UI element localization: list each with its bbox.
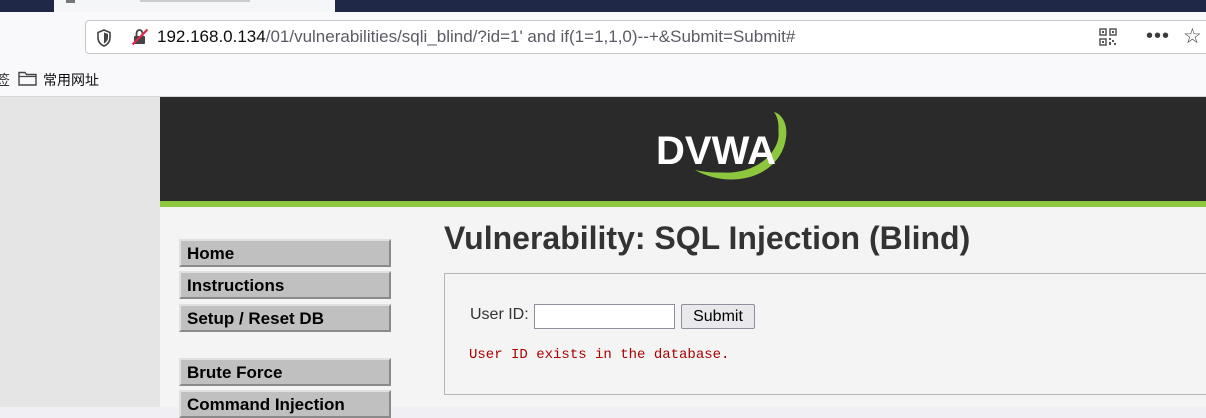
tab-favicon-icon	[66, 0, 75, 3]
star-icon[interactable]: ☆	[1183, 24, 1202, 49]
dvwa-logo: DVWA	[656, 112, 787, 180]
menu-item-command-injection[interactable]: Command Injection	[179, 390, 391, 418]
tab-strip	[0, 0, 1206, 12]
bookmark-item-partial[interactable]: 签	[0, 70, 10, 90]
url-path: /01/vulnerabilities/sqli_blind/?id=1' an…	[265, 27, 796, 46]
user-id-input[interactable]	[534, 304, 675, 329]
vulnerable-code-area	[444, 273, 1206, 395]
tab-title	[140, 0, 250, 2]
menu-item-setup-reset-db[interactable]: Setup / Reset DB	[179, 304, 391, 332]
user-id-label: User ID:	[470, 306, 529, 323]
submit-button[interactable]: Submit	[681, 304, 755, 329]
dvwa-logo-text: DVWA	[656, 129, 776, 173]
page-title: Vulnerability: SQL Injection (Blind)	[444, 220, 971, 256]
bookmarks-toolbar	[0, 62, 1206, 97]
insecure-lock-icon[interactable]	[131, 28, 149, 46]
shield-icon[interactable]	[96, 29, 112, 47]
menu-item-instructions[interactable]: Instructions	[179, 271, 391, 299]
url-text[interactable]: 192.168.0.134/01/vulnerabilities/sqli_bl…	[157, 26, 795, 48]
page-margin	[0, 97, 160, 407]
bookmark-folder-label[interactable]: 常用网址	[43, 70, 99, 90]
result-message: User ID exists in the database.	[469, 347, 730, 363]
header-divider	[160, 201, 1206, 207]
more-icon[interactable]: •••	[1146, 25, 1170, 48]
qr-code-icon[interactable]	[1099, 28, 1117, 46]
folder-icon	[18, 71, 37, 86]
url-host: 192.168.0.134	[157, 27, 266, 46]
menu-item-brute-force[interactable]: Brute Force	[179, 358, 391, 386]
menu-item-home[interactable]: Home	[179, 239, 391, 267]
